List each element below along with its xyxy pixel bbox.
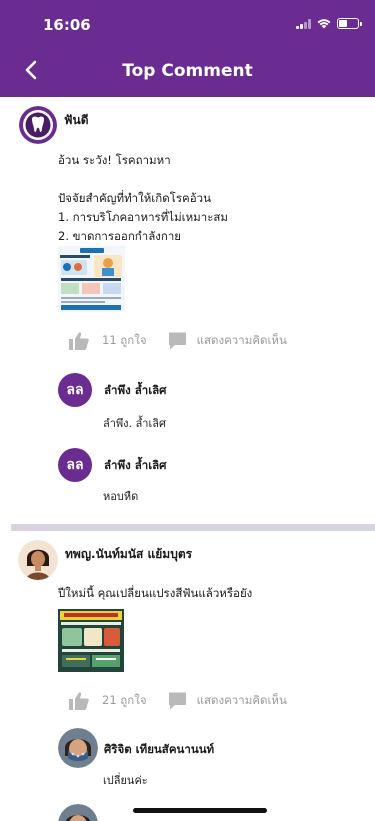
post-text: ปีใหม่นี้ คุณเปลี่ยนแปรงสีฟันแล้วหรือยัง [58, 586, 253, 600]
reply-author: ศิริจิต เทียนสัคนานนท์ [104, 742, 215, 756]
comment-label[interactable]: แสดงความคิดเห็น [197, 332, 287, 350]
page-title: Top Comment [122, 61, 253, 81]
wifi-icon [317, 18, 331, 29]
reply-avatar-photo[interactable] [58, 804, 98, 821]
reply-author: ลำพึง ล้ำเลิศ [104, 383, 167, 397]
avatar-user-photo[interactable] [18, 540, 58, 580]
reply-author: ลำพึง ล้ำเลิศ [104, 458, 167, 472]
post-card: ฟันดี อ้วน ระวัง! โรคถามหา ปัจจัยสำคัญที… [0, 97, 375, 522]
like-thumb-icon[interactable] [68, 691, 90, 711]
nav-bar: Top Comment [0, 44, 375, 97]
reply-avatar-photo[interactable] [58, 728, 98, 768]
like-count[interactable]: 11 ถูกใจ [102, 332, 147, 350]
post-card: ทพญ.นันท์มนัส แย้มบุตร ปีใหม่นี้ คุณเปลี… [0, 531, 375, 821]
battery-icon [337, 18, 362, 29]
signal-icon [296, 18, 311, 29]
avatar-tooth-logo[interactable] [19, 106, 57, 144]
status-icons [296, 18, 362, 29]
status-bar: 16:06 [0, 0, 375, 44]
reply-avatar[interactable]: ลล [58, 373, 92, 407]
reply-text: หอบหืด [103, 490, 139, 503]
post-image-thumbnail[interactable] [58, 246, 125, 312]
post-actions: 11 ถูกใจ แสดงความคิดเห็น [68, 331, 287, 351]
post-divider [11, 524, 375, 531]
like-count[interactable]: 21 ถูกใจ [102, 692, 147, 710]
reply-text: ลำพึง. ล้ำเลิศ [103, 417, 166, 430]
reply-text: เปลี่ยนค่ะ [103, 774, 148, 787]
reply-avatar[interactable]: ลล [58, 448, 92, 482]
status-time: 16:06 [43, 16, 91, 34]
comment-bubble-icon[interactable] [167, 331, 189, 351]
comment-label[interactable]: แสดงความคิดเห็น [197, 692, 287, 710]
post-actions: 21 ถูกใจ แสดงความคิดเห็น [68, 691, 287, 711]
poster-name: ทพญ.นันท์มนัส แย้มบุตร [65, 547, 193, 561]
post-image-thumbnail[interactable] [58, 609, 124, 672]
home-indicator [133, 808, 267, 813]
post-text: อ้วน ระวัง! โรคถามหา ปัจจัยสำคัญที่ทำให้… [58, 153, 229, 243]
poster-name: ฟันดี [64, 113, 89, 127]
comment-bubble-icon[interactable] [167, 691, 189, 711]
like-thumb-icon[interactable] [68, 331, 90, 351]
